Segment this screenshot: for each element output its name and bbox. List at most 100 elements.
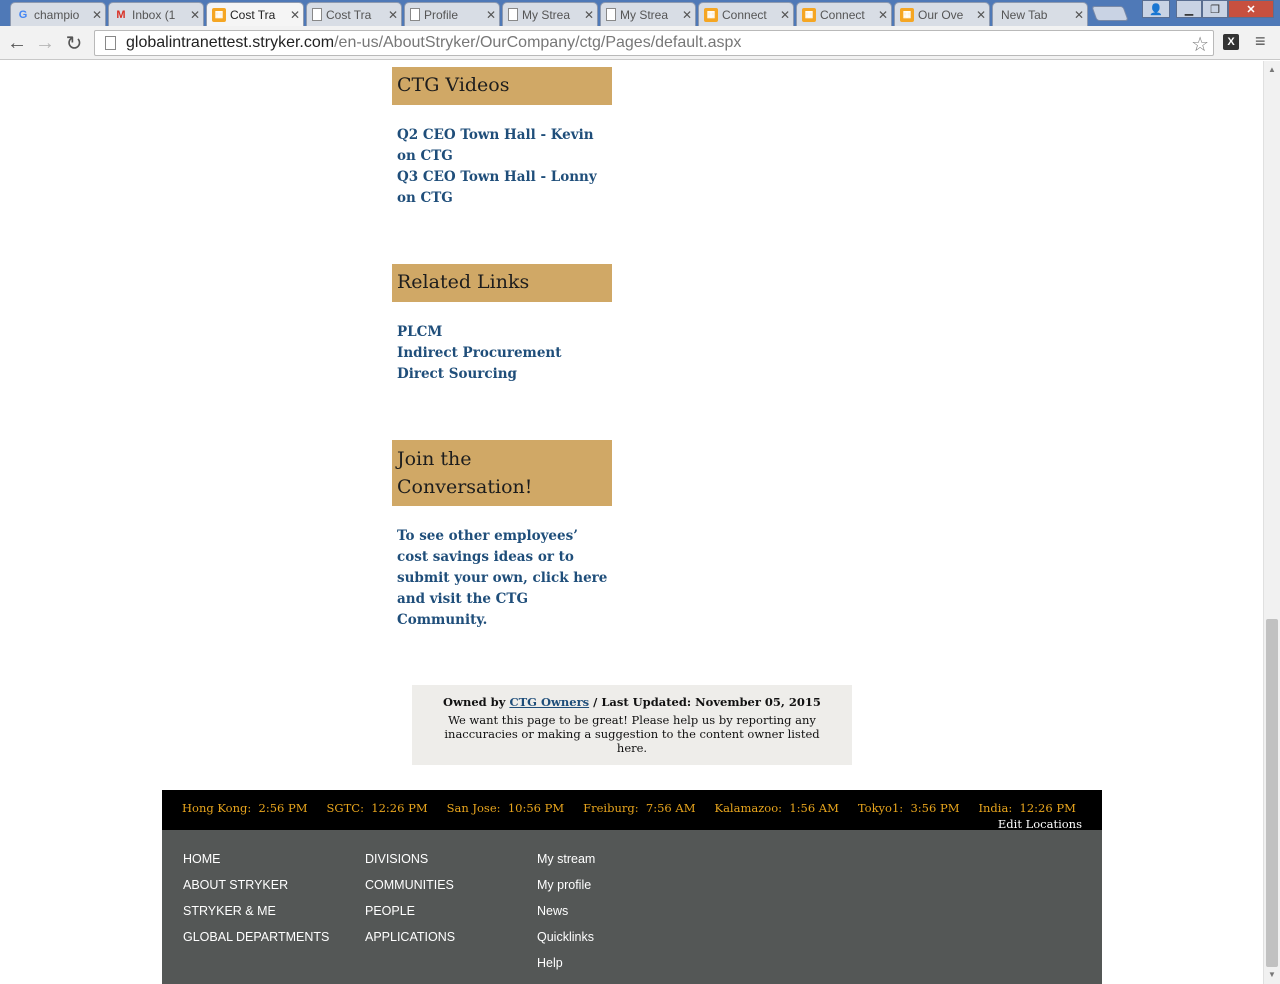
browser-tab[interactable]: Cost Tra ✕ xyxy=(306,2,402,26)
close-icon[interactable]: ✕ xyxy=(777,8,793,22)
join-conversation-header: Join the Conversation! xyxy=(392,440,612,506)
browser-tab[interactable]: ▦ Connect ✕ xyxy=(698,2,794,26)
browser-tab[interactable]: ▦ Connect ✕ xyxy=(796,2,892,26)
feedback-message: We want this page to be great! Please he… xyxy=(444,713,820,755)
tab-label: champio xyxy=(34,7,80,22)
footer-link-home[interactable]: HOME xyxy=(183,846,329,872)
related-links-list: PLCM Indirect Procurement Direct Sourcin… xyxy=(397,322,612,385)
owner-line: Owned by CTG Owners / Last Updated: Nove… xyxy=(412,695,852,709)
forward-button[interactable]: → xyxy=(33,31,57,55)
footer-link-stryker-and-me[interactable]: STRYKER & ME xyxy=(183,898,329,924)
maximize-button[interactable]: ❐ xyxy=(1202,0,1228,18)
google-icon: G xyxy=(18,8,28,21)
link-indirect-procurement[interactable]: Indirect Procurement xyxy=(397,343,612,364)
last-updated: / Last Updated: November 05, 2015 xyxy=(593,695,821,709)
footer-link-global-departments[interactable]: GLOBAL DEPARTMENTS xyxy=(183,924,329,950)
section-title-line1: Join the xyxy=(397,448,472,470)
clock-kalamazoo: Kalamazoo: 1:56 AM xyxy=(714,801,839,815)
world-clocks: Hong Kong: 2:56 PM SGTC: 12:26 PM San Jo… xyxy=(182,801,1076,815)
close-icon[interactable]: ✕ xyxy=(973,8,989,22)
link-direct-sourcing[interactable]: Direct Sourcing xyxy=(397,364,612,385)
link-plcm[interactable]: PLCM xyxy=(397,322,612,343)
footer-navigation: HOME ABOUT STRYKER STRYKER & ME GLOBAL D… xyxy=(162,830,1102,984)
footer-column-2: DIVISIONS COMMUNITIES PEOPLE APPLICATION… xyxy=(365,846,455,950)
close-window-button[interactable]: ✕ xyxy=(1228,0,1274,18)
scroll-down-arrow-icon[interactable]: ▼ xyxy=(1264,966,1280,982)
close-icon[interactable]: ✕ xyxy=(581,8,597,22)
ctg-community-link[interactable]: To see other employees’ cost savings ide… xyxy=(397,526,609,631)
tab-label: Inbox (1 xyxy=(132,7,176,22)
browser-tab[interactable]: M Inbox (1 ✕ xyxy=(108,2,204,26)
extension-icon[interactable]: X xyxy=(1223,34,1239,50)
footer-link-people[interactable]: PEOPLE xyxy=(365,898,455,924)
browser-tab[interactable]: My Strea ✕ xyxy=(502,2,598,26)
close-icon[interactable]: ✕ xyxy=(89,8,105,22)
tab-label: New Tab xyxy=(1001,7,1048,22)
browser-tab[interactable]: ▦ Our Ove ✕ xyxy=(894,2,990,26)
footer-link-about-stryker[interactable]: ABOUT STRYKER xyxy=(183,872,329,898)
clock-sgtc: SGTC: 12:26 PM xyxy=(326,801,428,815)
footer-link-news[interactable]: News xyxy=(537,898,595,924)
footer-link-communities[interactable]: COMMUNITIES xyxy=(365,872,455,898)
clock-san-jose: San Jose: 10:56 PM xyxy=(446,801,565,815)
scroll-up-arrow-icon[interactable]: ▲ xyxy=(1264,61,1280,77)
page-icon xyxy=(312,8,322,21)
footer-link-help[interactable]: Help xyxy=(537,950,595,976)
profile-icon[interactable]: 👤 xyxy=(1142,0,1170,18)
close-icon[interactable]: ✕ xyxy=(483,8,499,22)
section-title: CTG Videos xyxy=(397,74,510,96)
close-icon[interactable]: ✕ xyxy=(385,8,401,22)
footer-link-my-profile[interactable]: My profile xyxy=(537,872,595,898)
close-icon[interactable]: ✕ xyxy=(1071,8,1087,22)
video-link-q3[interactable]: Q3 CEO Town Hall - Lonny on CTG xyxy=(397,167,612,209)
footer-link-divisions[interactable]: DIVISIONS xyxy=(365,846,455,872)
reload-button[interactable]: ↻ xyxy=(62,31,86,55)
new-tab-button[interactable] xyxy=(1091,6,1129,21)
tab-label: Cost Tra xyxy=(230,7,276,22)
back-button[interactable]: ← xyxy=(5,31,29,55)
tab-label: Cost Tra xyxy=(326,7,372,22)
minimize-button[interactable]: ▁ xyxy=(1176,0,1202,18)
clock-hong-kong: Hong Kong: 2:56 PM xyxy=(182,801,308,815)
related-links-header: Related Links xyxy=(392,264,612,302)
footer-link-my-stream[interactable]: My stream xyxy=(537,846,595,872)
page-icon xyxy=(508,8,518,21)
tab-label: My Strea xyxy=(522,7,571,22)
page-owner-box: Owned by CTG Owners / Last Updated: Nove… xyxy=(412,685,852,765)
clock-tokyo: Tokyo1: 3:56 PM xyxy=(857,801,960,815)
browser-tab[interactable]: New Tab ✕ xyxy=(992,2,1088,26)
browser-tab[interactable]: G champio ✕ xyxy=(10,2,106,26)
section-title-line2: Conversation! xyxy=(397,476,533,498)
footer-link-applications[interactable]: APPLICATIONS xyxy=(365,924,455,950)
footer-column-1: HOME ABOUT STRYKER STRYKER & ME GLOBAL D… xyxy=(183,846,329,950)
clock-india: India: 12:26 PM xyxy=(978,801,1076,815)
close-icon[interactable]: ✕ xyxy=(679,8,695,22)
tab-label: Profile xyxy=(424,7,459,22)
edit-locations-link[interactable]: Edit Locations xyxy=(998,817,1082,831)
browser-tab[interactable]: Profile ✕ xyxy=(404,2,500,26)
ctg-owners-link[interactable]: CTG Owners xyxy=(509,695,589,709)
browser-toolbar: ← → ↻ globalintranettest.stryker.com/en-… xyxy=(0,26,1280,60)
join-conversation-text: To see other employees’ cost savings ide… xyxy=(397,526,609,631)
close-icon[interactable]: ✕ xyxy=(287,8,303,22)
sharepoint-icon: ▦ xyxy=(802,7,816,22)
sharepoint-icon: ▦ xyxy=(900,7,914,22)
browser-tab[interactable]: My Strea ✕ xyxy=(600,2,696,26)
footer-link-quicklinks[interactable]: Quicklinks xyxy=(537,924,595,950)
page-icon xyxy=(105,36,116,50)
scrollbar-thumb[interactable] xyxy=(1266,619,1278,967)
bookmark-star-icon[interactable]: ☆ xyxy=(1191,32,1209,57)
browser-tab-strip: G champio ✕ M Inbox (1 ✕ ▦ Cost Tra ✕ Co… xyxy=(0,0,1280,26)
sharepoint-icon: ▦ xyxy=(704,7,718,22)
url-text: globalintranettest.stryker.com/en-us/Abo… xyxy=(126,34,741,52)
menu-icon[interactable]: ≡ xyxy=(1255,31,1266,52)
close-icon[interactable]: ✕ xyxy=(875,8,891,22)
footer-column-3: My stream My profile News Quicklinks Hel… xyxy=(537,846,595,976)
gmail-icon: M xyxy=(116,8,126,21)
video-link-q2[interactable]: Q2 CEO Town Hall - Kevin on CTG xyxy=(397,125,612,167)
url-bar[interactable]: globalintranettest.stryker.com/en-us/Abo… xyxy=(94,30,1214,56)
close-icon[interactable]: ✕ xyxy=(187,8,203,22)
url-host: globalintranettest.stryker.com xyxy=(126,34,335,51)
page-scrollbar[interactable]: ▲ ▼ xyxy=(1263,61,1280,984)
browser-tab-active[interactable]: ▦ Cost Tra ✕ xyxy=(206,2,304,26)
